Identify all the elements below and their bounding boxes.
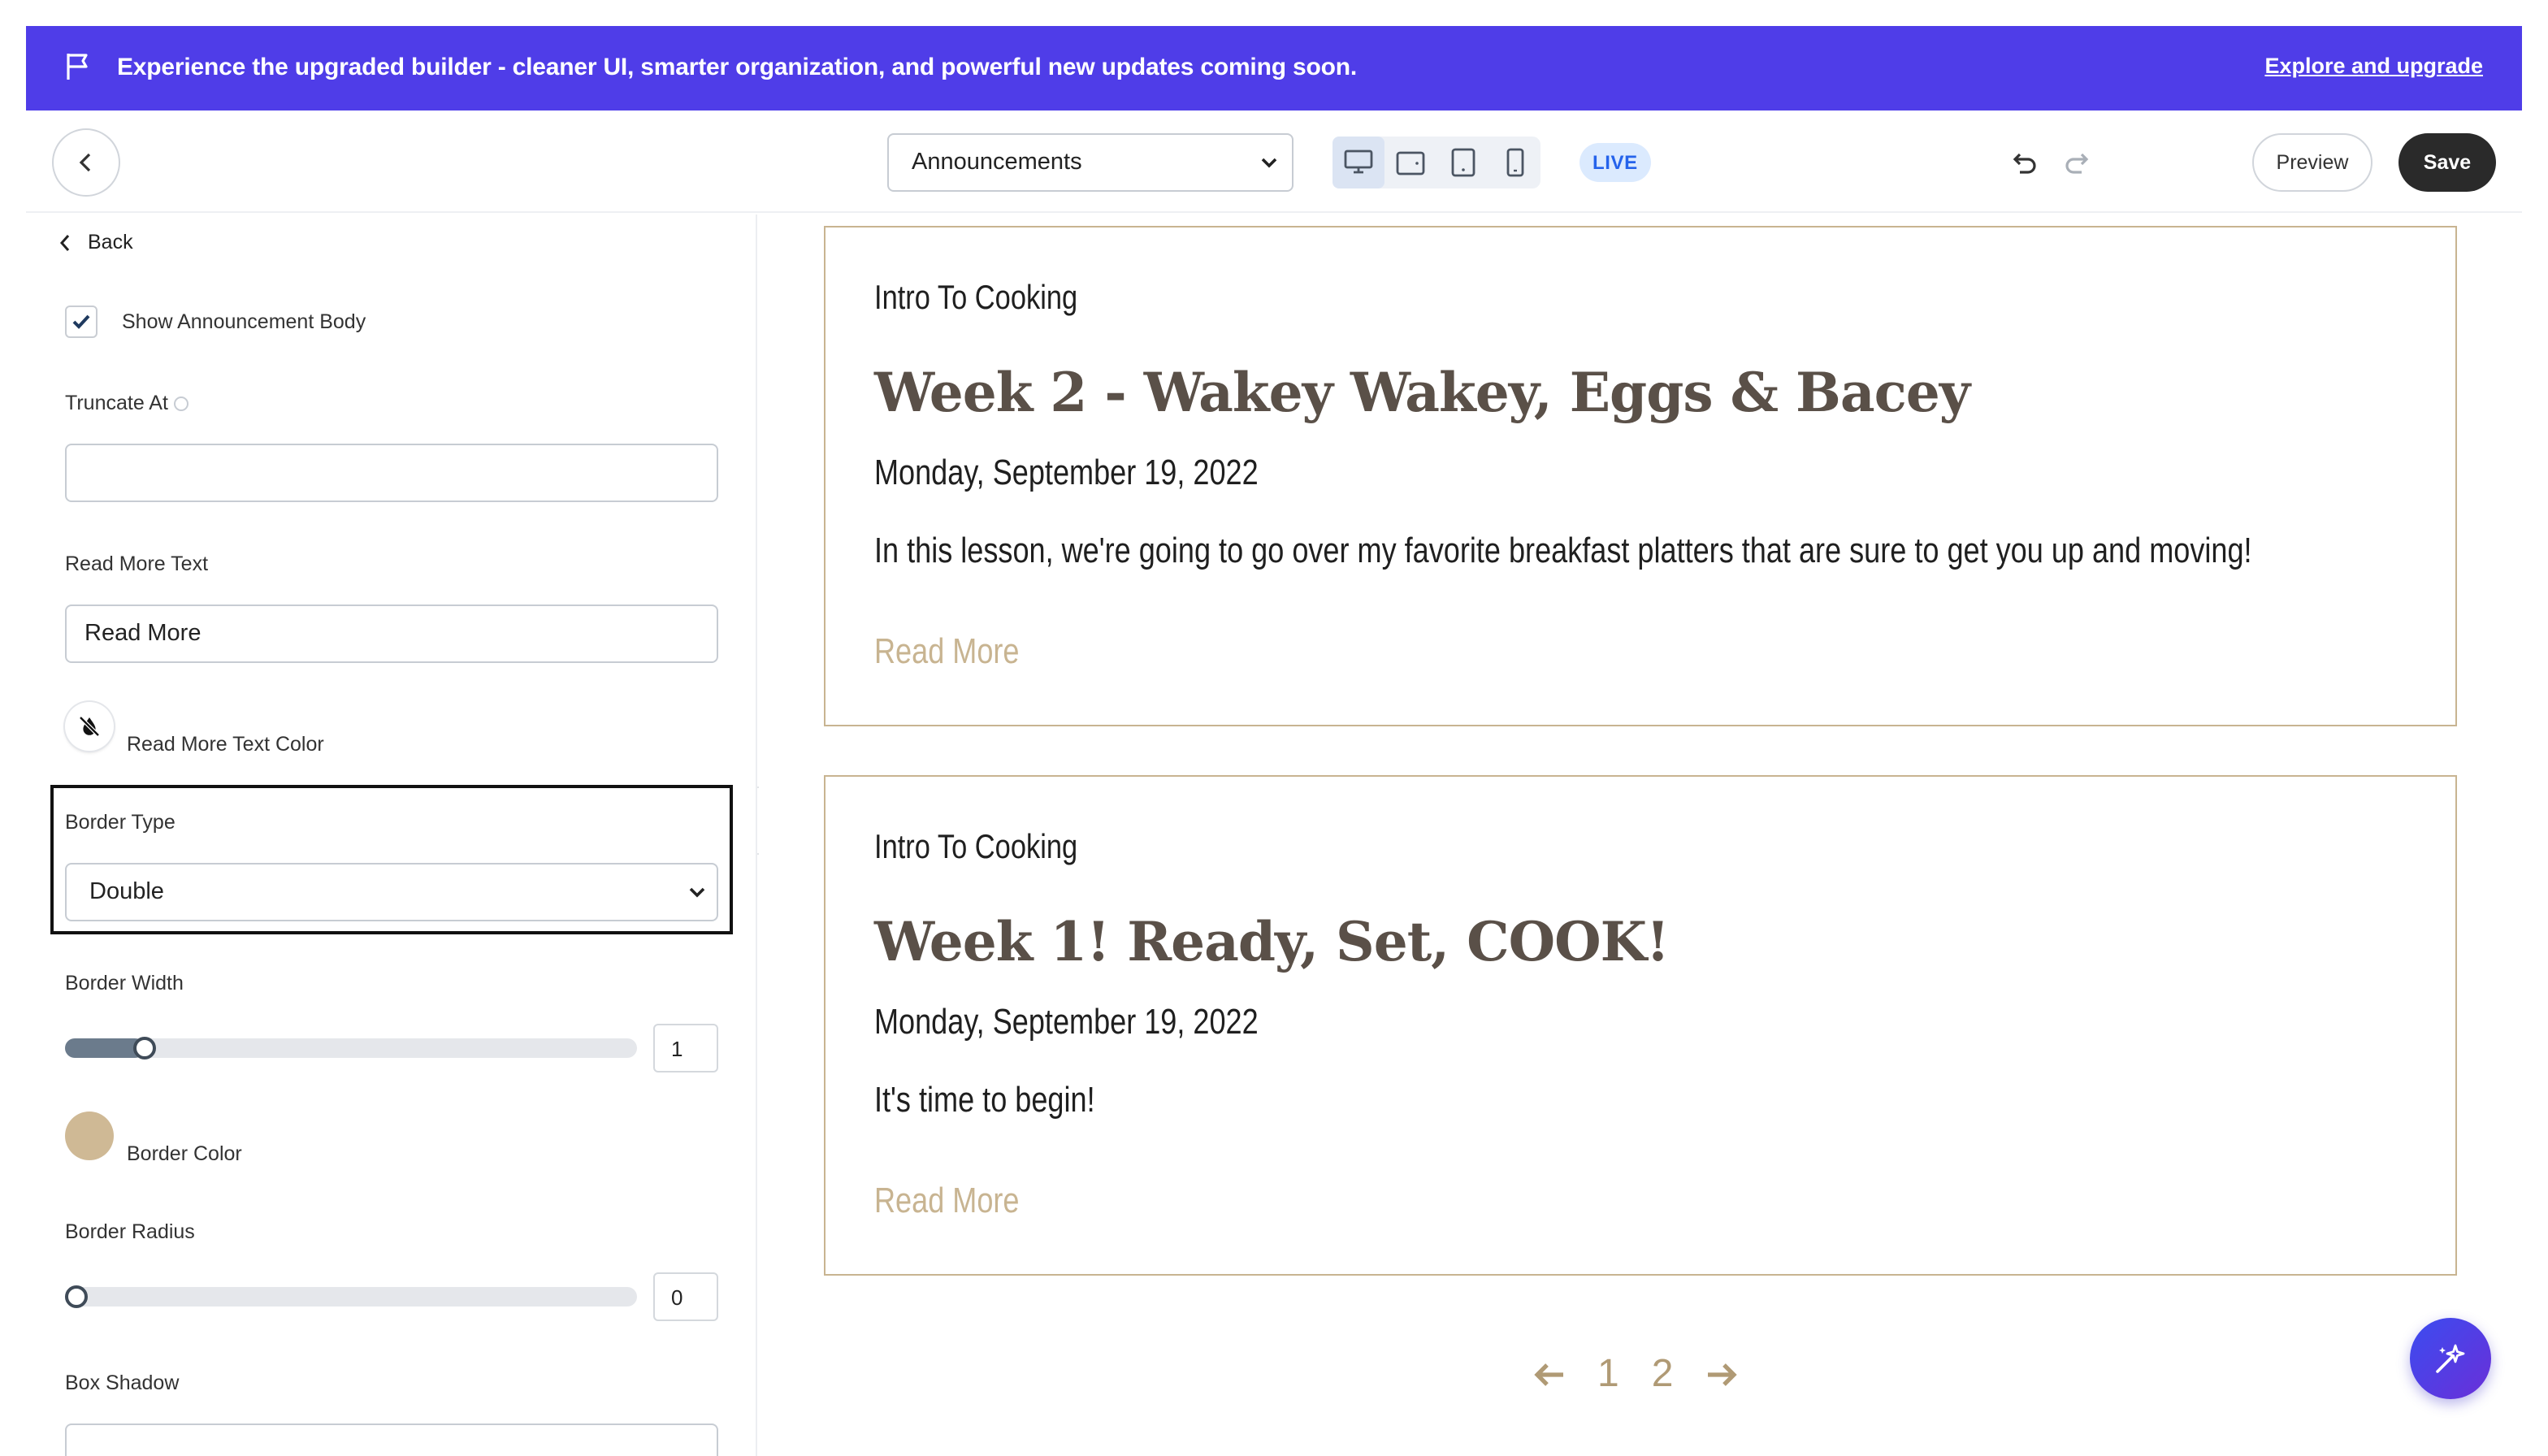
show-body-label: Show Announcement Body [122, 310, 366, 333]
info-icon[interactable] [174, 396, 189, 412]
box-shadow-label: Box Shadow [65, 1372, 180, 1394]
preview-button[interactable]: Preview [2252, 133, 2372, 192]
border-type-select[interactable]: Double [65, 863, 718, 921]
read-more-text-input[interactable]: Read More [65, 604, 718, 663]
next-page-button[interactable] [1705, 1362, 1738, 1388]
show-body-checkbox[interactable] [65, 306, 98, 338]
read-more-link[interactable]: Read More [874, 1180, 1020, 1222]
device-desktop-button[interactable] [1332, 136, 1384, 188]
border-width-slider[interactable] [65, 1037, 637, 1060]
top-toolbar: Announcements LIVE Preview Save [26, 110, 2522, 213]
device-mobile-button[interactable] [1488, 136, 1540, 188]
device-switcher [1332, 136, 1540, 188]
announcement-body: It's time to begin! [874, 1079, 1095, 1120]
chevron-down-icon [1261, 158, 1277, 168]
tablet-portrait-icon [1450, 148, 1475, 177]
redo-icon[interactable] [2064, 150, 2090, 176]
announcement-course: Intro To Cooking [874, 829, 1078, 866]
truncate-label: Truncate At [65, 392, 189, 414]
border-color-swatch[interactable] [65, 1112, 114, 1160]
read-more-link[interactable]: Read More [874, 630, 1020, 673]
arrow-left-icon [1534, 1363, 1563, 1386]
truncate-input[interactable] [65, 444, 718, 502]
exit-builder-button[interactable] [52, 128, 120, 197]
chevron-down-icon [689, 887, 705, 898]
flag-icon [67, 54, 88, 80]
device-tablet-landscape-button[interactable] [1384, 136, 1436, 188]
border-width-slider-handle[interactable] [133, 1037, 156, 1060]
announcement-body: In this lesson, we're going to go over m… [874, 530, 2252, 570]
read-more-text-label: Read More Text [65, 552, 209, 575]
tablet-landscape-icon [1396, 150, 1425, 175]
arrow-right-icon [1707, 1363, 1737, 1386]
mobile-icon [1506, 148, 1523, 177]
announcement-title: Week 2 - Wakey Wakey, Eggs & Bacey [874, 361, 1970, 424]
settings-panel: Back Show Announcement Body Truncate At … [26, 214, 757, 1456]
chevron-left-icon [59, 234, 70, 250]
border-type-value: Double [89, 879, 164, 905]
read-more-color-label: Read More Text Color [127, 733, 324, 756]
announcement-date: Monday, September 19, 2022 [874, 1001, 1259, 1042]
page-1-link[interactable]: 1 [1597, 1352, 1619, 1398]
box-shadow-input[interactable] [65, 1424, 718, 1456]
sparkle-wand-icon [2436, 1344, 2465, 1373]
save-button[interactable]: Save [2398, 133, 2496, 192]
ai-assistant-button[interactable] [2410, 1318, 2491, 1399]
builder-page: Experience the upgraded builder - cleane… [0, 0, 2548, 1456]
pagination: 1 2 [1532, 1352, 1738, 1398]
upgrade-banner: Experience the upgraded builder - cleane… [26, 26, 2522, 110]
announcement-course: Intro To Cooking [874, 280, 1078, 317]
page-select[interactable]: Announcements [887, 133, 1294, 192]
prev-page-button[interactable] [1532, 1362, 1565, 1388]
announcement-title: Week 1! Ready, Set, COOK! [874, 910, 1670, 973]
chevron-left-icon [79, 153, 91, 172]
undo-icon[interactable] [2012, 150, 2038, 176]
panel-back-button[interactable]: Back [58, 231, 133, 254]
border-radius-slider-handle[interactable] [65, 1285, 88, 1308]
device-tablet-portrait-button[interactable] [1436, 136, 1488, 188]
checkmark-icon [72, 314, 90, 329]
page-2-link[interactable]: 2 [1652, 1352, 1674, 1398]
border-radius-label: Border Radius [65, 1220, 195, 1243]
border-width-input[interactable]: 1 [653, 1024, 718, 1072]
border-radius-input[interactable]: 0 [653, 1272, 718, 1321]
border-type-label: Border Type [65, 811, 176, 834]
announcement-date: Monday, September 19, 2022 [874, 452, 1259, 492]
border-radius-slider[interactable] [65, 1285, 637, 1308]
desktop-icon [1344, 150, 1373, 174]
announcement-card[interactable]: Intro To Cooking Week 2 - Wakey Wakey, E… [824, 226, 2457, 726]
border-width-label: Border Width [65, 972, 184, 994]
explore-upgrade-link[interactable]: Explore and upgrade [2264, 54, 2483, 78]
truncate-label-text: Truncate At [65, 392, 168, 414]
announcement-card[interactable]: Intro To Cooking Week 1! Ready, Set, COO… [824, 775, 2457, 1276]
page-select-value: Announcements [912, 150, 1082, 176]
border-color-label: Border Color [127, 1142, 242, 1165]
live-status-badge: LIVE [1580, 143, 1651, 182]
preview-canvas: Intro To Cooking Week 2 - Wakey Wakey, E… [759, 214, 2522, 1456]
read-more-color-swatch[interactable] [65, 702, 114, 751]
no-color-icon [79, 716, 100, 737]
banner-message: Experience the upgraded builder - cleane… [117, 54, 1357, 81]
panel-back-label: Back [88, 231, 133, 254]
